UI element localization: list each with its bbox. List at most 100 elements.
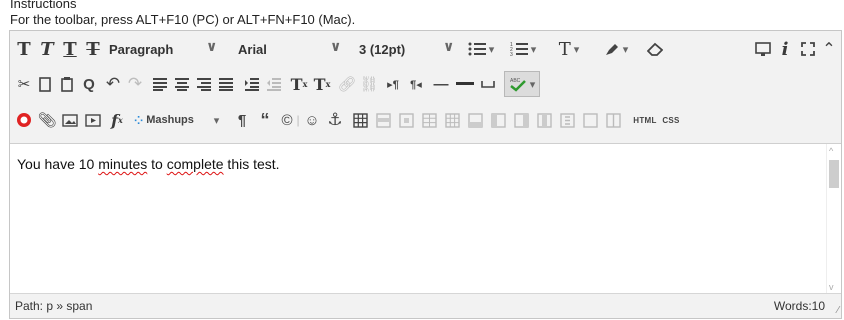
underline-icon[interactable]: T (60, 36, 80, 62)
emoji-icon[interactable]: ☺ (302, 107, 322, 133)
pilcrow-icon[interactable]: ¶ (232, 107, 252, 133)
youtube-icon[interactable] (14, 107, 34, 133)
text-color-icon[interactable]: T ▾ (555, 36, 583, 62)
word-count: Words:10 (773, 299, 825, 313)
align-right-icon[interactable] (194, 71, 214, 97)
highlight-icon[interactable]: ▾ (602, 36, 630, 62)
dropdown-caret-icon: ▾ (530, 43, 537, 56)
align-left-icon[interactable] (150, 71, 170, 97)
svg-text:3: 3 (510, 52, 513, 56)
collapse-icon[interactable]: ⌃ (820, 36, 838, 62)
bullet-list-icon[interactable]: ▾ (467, 36, 495, 62)
paragraph-format-select[interactable]: Paragraph ∨ (109, 36, 227, 62)
dropdown-caret-icon: ▾ (573, 42, 580, 56)
anchor-icon[interactable]: ⚓︎ (325, 107, 345, 133)
rtl-icon[interactable]: ¶◂ (406, 71, 426, 97)
table-icon[interactable] (350, 107, 370, 133)
ltr-icon[interactable]: ▸¶ (383, 71, 403, 97)
copy-icon[interactable] (35, 71, 55, 97)
html-source-button[interactable]: HTML (631, 107, 659, 133)
hr-icon[interactable]: — (430, 71, 452, 97)
clear-format-icon[interactable] (644, 36, 666, 62)
attach-icon[interactable]: 📎︎ (37, 107, 57, 133)
preview-icon[interactable] (753, 36, 773, 62)
bold-icon[interactable]: T (14, 36, 34, 62)
mashups-caret-icon[interactable]: ▾ (208, 107, 222, 133)
mashups-label: Mashups (146, 114, 194, 126)
editor-paragraph: You have 10 minutes to complete this tes… (17, 156, 280, 172)
table-merge-cells-icon[interactable] (580, 107, 600, 133)
css-button[interactable]: CSS (659, 107, 683, 133)
quote-icon[interactable]: “ (255, 107, 275, 133)
numbered-list-icon[interactable]: 123 ▾ (509, 36, 537, 62)
info-icon[interactable]: i (776, 36, 794, 62)
scroll-down-arrow-icon[interactable]: v (829, 282, 834, 292)
font-family-select[interactable]: Arial ∨ (238, 36, 350, 62)
indent-icon[interactable] (242, 71, 262, 97)
link-icon[interactable]: 🔗︎ (337, 71, 357, 97)
spellcheck-icon[interactable]: ABC ▾ (504, 71, 540, 97)
text-segment: to (147, 156, 167, 172)
font-size-value: 3 (12pt) (359, 41, 406, 57)
cut-icon[interactable]: ✂ (14, 71, 34, 97)
vertical-scrollbar[interactable]: ^ v (826, 144, 841, 294)
editor-content-area[interactable]: You have 10 minutes to complete this tes… (10, 144, 828, 294)
paragraph-format-value: Paragraph (109, 41, 174, 57)
toolbar-row-2: ✂ Q ↶ ↷ T x T x 🔗︎ ⛓︎ ▸¶ ¶◂ — ABC ▾ (10, 67, 841, 101)
formula-icon[interactable]: fx (106, 107, 128, 133)
table-split-cells-icon[interactable] (557, 107, 577, 133)
rich-text-editor: T T T T Paragraph ∨ Arial ∨ 3 (12pt) ∨ ▾… (9, 30, 842, 319)
table-cell-props-icon[interactable] (396, 107, 416, 133)
subscript-icon[interactable]: Tx (311, 71, 333, 97)
editor-status-bar: Path: p » span Words:10 ⁄ (10, 293, 841, 318)
dropdown-caret-icon: ▾ (488, 43, 495, 56)
unlink-icon[interactable]: ⛓︎ (359, 71, 379, 97)
dropdown-caret-icon: ▾ (622, 43, 629, 56)
hr-thick-icon[interactable] (454, 71, 476, 97)
editor-toolbar: T T T T Paragraph ∨ Arial ∨ 3 (12pt) ∨ ▾… (10, 31, 841, 144)
strikethrough-icon[interactable]: T (83, 36, 103, 62)
font-family-value: Arial (238, 41, 267, 57)
table-insert-row-before-icon[interactable] (419, 107, 439, 133)
table-insert-col-after-icon[interactable] (511, 107, 531, 133)
align-center-icon[interactable] (172, 71, 192, 97)
copyright-icon[interactable]: © (277, 107, 297, 133)
fullscreen-icon[interactable] (798, 36, 818, 62)
font-size-select[interactable]: 3 (12pt) ∨ (359, 36, 459, 62)
scrollbar-thumb[interactable] (829, 160, 839, 188)
table-row-props-icon[interactable] (373, 107, 393, 133)
field-label: Instructions (10, 0, 77, 11)
element-path: Path: p » span (15, 299, 93, 313)
dropdown-caret-icon: ▾ (529, 78, 536, 91)
misspelled-word: complete (166, 156, 224, 172)
paste-icon[interactable] (57, 71, 77, 97)
nbsp-icon[interactable] (477, 71, 499, 97)
italic-icon[interactable]: T (37, 36, 57, 62)
redo-icon[interactable]: ↷ (125, 71, 145, 97)
toolbar-hint: For the toolbar, press ALT+F10 (PC) or A… (10, 12, 356, 27)
table-insert-col-before-icon[interactable] (488, 107, 508, 133)
resize-grip-icon[interactable]: ⁄ (837, 305, 839, 316)
image-icon[interactable] (60, 107, 80, 133)
table-delete-row-icon[interactable] (465, 107, 485, 133)
justify-icon[interactable] (216, 71, 236, 97)
mashups-button[interactable]: ⁘ Mashups (134, 107, 208, 133)
table-split-col-icon[interactable] (603, 107, 623, 133)
outdent-icon[interactable] (264, 71, 284, 97)
table-insert-row-after-icon[interactable] (442, 107, 462, 133)
superscript-icon[interactable]: Tx (288, 71, 310, 97)
svg-text:ABC: ABC (510, 78, 521, 84)
chevron-down-icon: ∨ (443, 38, 455, 54)
media-icon[interactable] (83, 107, 103, 133)
find-icon[interactable]: Q (79, 71, 99, 97)
toolbar-row-3: 📎︎ fx ⁘ Mashups ▾ ¶ “ © | ☺ ⚓︎ HTML CSS (10, 103, 841, 137)
misspelled-word: minutes (98, 156, 148, 172)
scroll-up-arrow-icon[interactable]: ^ (829, 146, 833, 156)
text-segment: this test. (223, 156, 280, 172)
table-delete-col-icon[interactable] (534, 107, 554, 133)
separator: | (296, 113, 300, 127)
chevron-down-icon: ∨ (206, 38, 218, 54)
toolbar-row-1: T T T T Paragraph ∨ Arial ∨ 3 (12pt) ∨ ▾… (10, 32, 841, 66)
chevron-down-icon: ∨ (330, 38, 342, 54)
undo-icon[interactable]: ↶ (103, 71, 123, 97)
